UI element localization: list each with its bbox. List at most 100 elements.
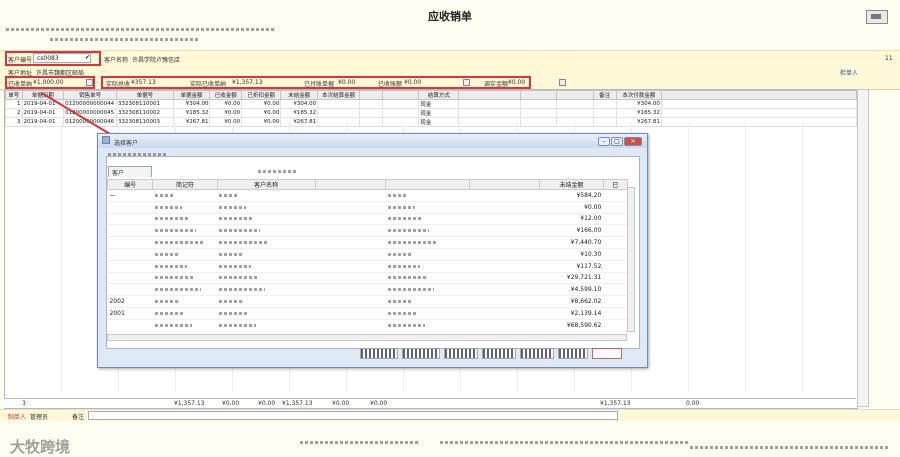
col-header[interactable] [359, 90, 384, 100]
cell-code: 2001 [107, 307, 153, 320]
list-item[interactable]: ¥29,721.31 [107, 272, 628, 285]
app-icon [102, 136, 110, 144]
blurred-text [219, 323, 257, 327]
cell-code [107, 213, 153, 226]
cell-code [107, 248, 153, 261]
col-header[interactable]: 简记符 [152, 179, 218, 190]
cell-blurred [217, 224, 316, 238]
list-item[interactable]: 2001 ¥2,139.14 [107, 307, 628, 320]
cell-blurred [469, 189, 540, 202]
customer-grid[interactable]: 编号 简记符 客户名称 未结金额 已 — ¥584.20 ¥0.00 ¥12.00 ¥1… [107, 179, 628, 334]
action-buttons-blurred[interactable] [300, 441, 420, 444]
exit-button[interactable] [591, 348, 622, 359]
list-item[interactable]: ¥117.52 [107, 260, 628, 273]
col-header[interactable]: 单号 [5, 90, 23, 100]
cell-blurred [603, 260, 628, 273]
cell-date: 2019-04-01 [21, 108, 65, 118]
col-header[interactable] [385, 179, 470, 190]
col-header[interactable] [556, 90, 594, 100]
list-item[interactable]: ¥0.00 [107, 201, 628, 214]
blurred-text [387, 323, 425, 327]
table-row[interactable]: 2 2019-04-01 01200000000045 332308110002… [5, 108, 857, 118]
col-header[interactable]: 单据号 [115, 90, 174, 100]
table-row[interactable]: 1 2019-04-01 01200000000044 332308110001… [5, 99, 857, 109]
total-settle: ¥0.00 [332, 400, 350, 407]
dialog-hscrollbar[interactable] [107, 334, 627, 341]
cell-blurred [603, 189, 628, 202]
col-header[interactable]: 未结金额 [280, 90, 319, 100]
col-header[interactable] [519, 90, 558, 100]
col-header[interactable]: 备注 [592, 90, 617, 100]
dialog-scrollbar[interactable] [627, 187, 635, 332]
col-header[interactable]: 本次付款金额 [615, 90, 662, 100]
cell-blurred [152, 272, 218, 285]
dialog-button[interactable] [401, 348, 440, 359]
col-header[interactable]: 已收金额 [209, 90, 243, 100]
cell-blurred [217, 307, 316, 320]
blurred-text [219, 193, 240, 197]
help-icon[interactable] [866, 10, 888, 24]
cell-blurred [217, 189, 316, 202]
list-item[interactable]: ¥7,440.70 [107, 236, 628, 249]
cell-pay[interactable]: ¥304.00 [615, 99, 662, 109]
list-item[interactable]: 2002 ¥8,662.02 [107, 295, 628, 308]
cell-amount: ¥185.32 [172, 108, 211, 118]
col-header[interactable] [382, 90, 420, 100]
total-rest: ¥1,357.13 [282, 400, 313, 407]
search-blurred[interactable] [258, 170, 298, 173]
cell-code [107, 319, 153, 332]
col-header[interactable]: 已折扣金额 [241, 90, 282, 100]
cell-blurred [152, 295, 218, 308]
cell-method[interactable]: 现金 [418, 108, 460, 118]
cell-blurred [385, 213, 470, 226]
list-item[interactable]: ¥10.30 [107, 248, 628, 261]
col-header[interactable] [468, 179, 541, 190]
dialog-grid-header: 编号 简记符 客户名称 未结金额 已 [107, 179, 628, 190]
customer-code-highlight [5, 51, 101, 66]
list-item[interactable]: ¥166.00 [107, 224, 628, 238]
col-header[interactable]: 客户名称 [216, 179, 316, 190]
cell-blurred [152, 213, 218, 226]
col-header[interactable]: 本次结算金额 [317, 90, 361, 100]
cell-blurred [315, 272, 386, 285]
cell-blurred [217, 283, 316, 297]
dialog-button[interactable] [443, 348, 478, 359]
cell-blurred [315, 295, 386, 308]
col-header[interactable]: 已 [602, 179, 628, 190]
col-header[interactable]: 未结金额 [539, 179, 604, 190]
col-header[interactable] [458, 90, 521, 100]
cell-code [107, 272, 153, 285]
minimize-icon[interactable]: – [598, 137, 610, 146]
action-buttons-blurred-2[interactable] [440, 441, 690, 444]
cell-pay[interactable]: ¥185.32 [615, 108, 662, 118]
grid-scrollbar[interactable] [857, 89, 869, 407]
dialog-titlebar[interactable]: 选择客户 – □ ✕ [98, 134, 647, 148]
calc-icon-3[interactable] [559, 79, 566, 86]
select-customer-dialog[interactable]: 选择客户 – □ ✕ 客户 编号 简记符 客户名称 未结金额 已 — ¥584.… [97, 133, 648, 368]
list-item[interactable]: ¥4,599.10 [107, 283, 628, 297]
dialog-button[interactable] [519, 348, 554, 359]
col-header[interactable]: 结算方式 [418, 90, 460, 100]
col-header[interactable]: 单据金额 [172, 90, 211, 100]
close-icon[interactable]: ✕ [624, 137, 642, 146]
blurred-text [219, 311, 250, 315]
note-field[interactable] [88, 411, 618, 420]
blurred-text [154, 288, 201, 292]
dialog-button[interactable] [557, 348, 588, 359]
totals-row: 3 ¥1,357.13 ¥0.00 ¥0.00 ¥1,357.13 ¥0.00 … [4, 398, 856, 408]
list-item[interactable]: ¥68,590.62 [107, 319, 628, 332]
col-header[interactable]: 编号 [107, 179, 154, 190]
col-header[interactable] [314, 179, 387, 190]
dialog-button[interactable] [360, 348, 398, 359]
col-header[interactable]: 销售单号 [63, 90, 117, 100]
col-header[interactable] [660, 90, 857, 100]
blurred-text [387, 205, 415, 209]
dialog-button[interactable] [481, 348, 516, 359]
blurred-text [154, 229, 196, 233]
list-item[interactable]: — ¥584.20 [107, 189, 628, 202]
cell-method[interactable]: 现金 [418, 99, 460, 109]
maximize-icon[interactable]: □ [611, 137, 623, 146]
list-item[interactable]: ¥12.00 [107, 213, 628, 226]
blurred-text [387, 193, 408, 197]
tab-customer[interactable]: 客户 [108, 166, 152, 177]
